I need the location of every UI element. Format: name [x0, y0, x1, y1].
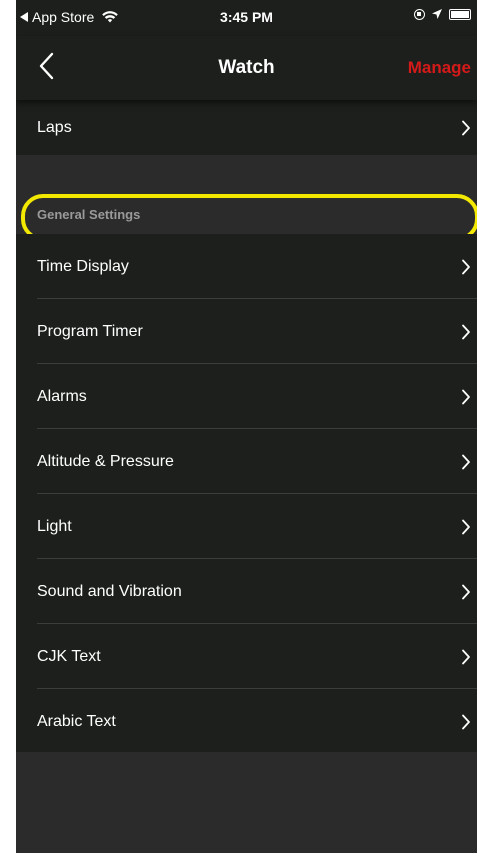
list-item-label: Time Display — [37, 257, 129, 275]
list-item-label: Program Timer — [37, 322, 143, 340]
navigation-bar: Watch Manage — [16, 36, 477, 100]
chevron-right-icon — [462, 324, 470, 339]
list-item[interactable]: Arabic Text — [16, 689, 477, 754]
list-item[interactable]: Altitude & Pressure — [16, 429, 477, 494]
phone-screen: App Store 3:45 PM Watch Manage Laps Gene… — [16, 0, 477, 853]
empty-area — [16, 752, 477, 853]
chevron-right-icon — [462, 519, 470, 534]
list-item[interactable]: Light — [16, 494, 477, 559]
chevron-right-icon — [462, 259, 470, 274]
section-header-general-settings: General Settings — [16, 194, 477, 241]
section-title: General Settings — [37, 207, 141, 222]
status-bar: App Store 3:45 PM — [16, 0, 477, 36]
list-item-label: Altitude & Pressure — [37, 452, 174, 470]
list-item[interactable]: Program Timer — [16, 299, 477, 364]
list-item[interactable]: CJK Text — [16, 624, 477, 689]
chevron-right-icon — [462, 120, 470, 135]
settings-list: Laps General Settings Time Display Progra… — [16, 100, 477, 754]
list-item-label: Light — [37, 517, 72, 535]
list-item-label: Arabic Text — [37, 712, 116, 730]
status-icons — [414, 8, 471, 20]
chevron-right-icon — [462, 389, 470, 404]
general-settings-items: Time Display Program Timer Alarms Altitude … — [16, 234, 477, 754]
chevron-right-icon — [462, 584, 470, 599]
chevron-right-icon — [462, 454, 470, 469]
list-item[interactable]: Alarms — [16, 364, 477, 429]
list-item[interactable]: Sound and Vibration — [16, 559, 477, 624]
list-item-laps[interactable]: Laps — [16, 100, 477, 155]
list-item-label: Sound and Vibration — [37, 582, 182, 600]
battery-icon — [449, 8, 471, 20]
list-item-label: CJK Text — [37, 647, 101, 665]
orientation-lock-icon — [414, 8, 425, 20]
location-arrow-icon — [432, 9, 442, 19]
list-item-label: Alarms — [37, 387, 87, 405]
section-gap — [16, 155, 477, 194]
chevron-right-icon — [462, 649, 470, 664]
manage-button[interactable]: Manage — [408, 58, 471, 78]
chevron-right-icon — [462, 714, 470, 729]
list-item[interactable]: Time Display — [16, 234, 477, 299]
status-time: 3:45 PM — [220, 9, 273, 25]
list-item-label: Laps — [37, 118, 72, 136]
